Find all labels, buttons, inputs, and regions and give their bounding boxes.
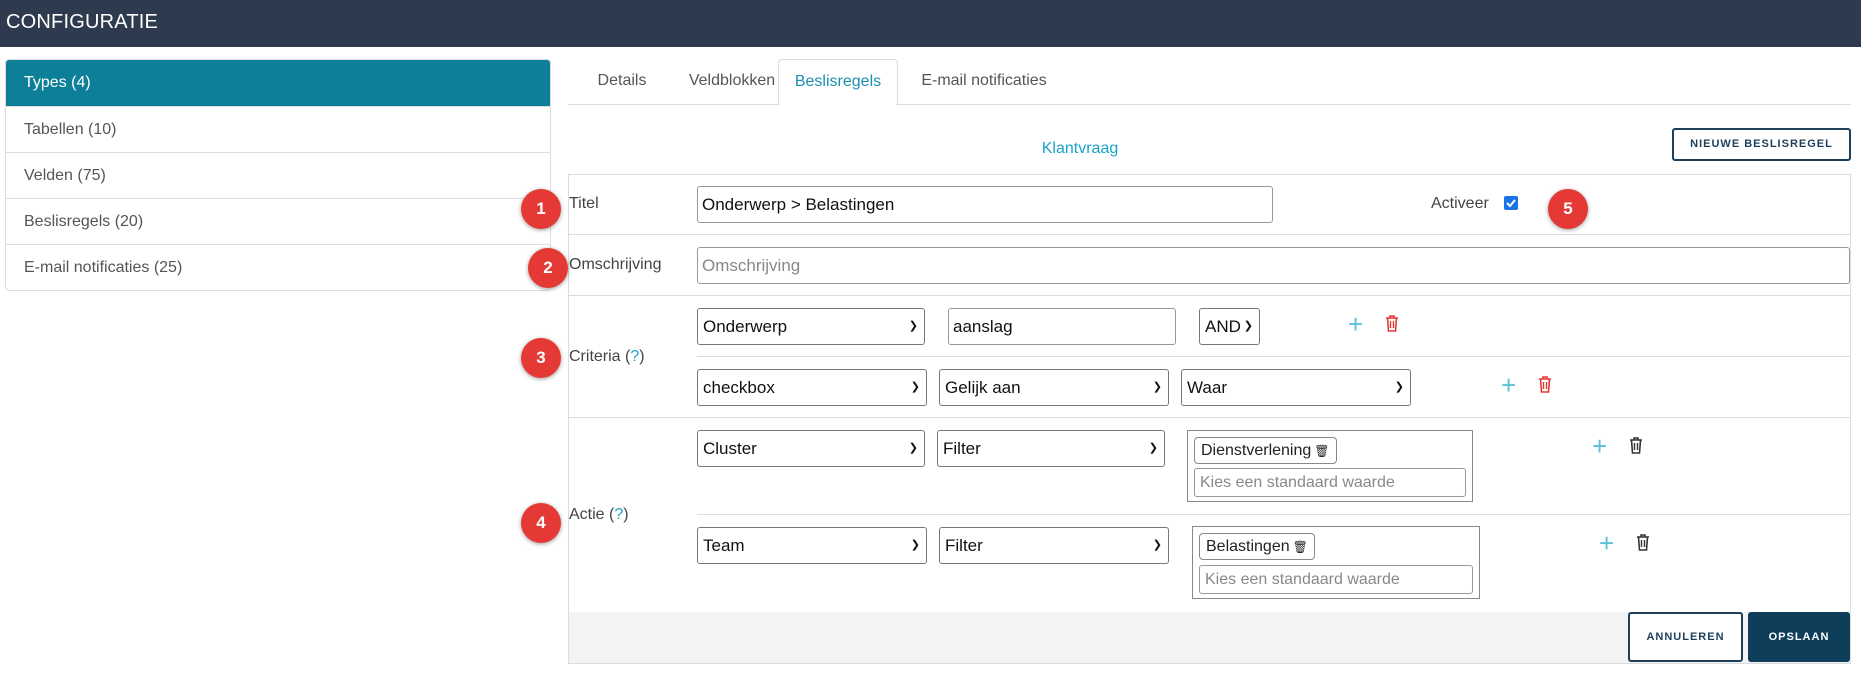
title-input[interactable]: Onderwerp > Belastingen <box>697 186 1273 223</box>
action-type-select[interactable]: Filter ❯ <box>937 430 1165 467</box>
chevron-down-icon: ❯ <box>908 442 918 454</box>
divider <box>569 234 1850 235</box>
app-title: CONFIGURATIE <box>6 11 159 33</box>
delete-criteria-trash-icon[interactable] <box>1537 375 1553 393</box>
sidebar-item-types[interactable]: Types (4) <box>6 60 550 106</box>
action-help-link[interactable]: ? <box>614 506 623 523</box>
save-button[interactable]: OPSLAAN <box>1748 612 1850 662</box>
divider <box>569 295 1850 296</box>
action-value-multiselect[interactable]: Dienstverlening 🗑 Kies een standaard waar… <box>1187 430 1473 502</box>
annotation-badge: 5 <box>1548 189 1588 229</box>
action-label: Actie (?) <box>569 506 629 523</box>
remove-chip-trash-icon[interactable]: 🗑 <box>1293 540 1308 554</box>
tab-veldblokken[interactable]: Veldblokken <box>672 59 792 105</box>
criteria-value-input[interactable]: aanslag <box>948 308 1176 345</box>
description-label: Omschrijving <box>569 256 662 273</box>
criteria-value-select[interactable]: Waar ❯ <box>1181 369 1411 406</box>
sidebar-item-velden[interactable]: Velden (75) <box>6 152 550 198</box>
criteria-label: Criteria (?) <box>569 348 645 365</box>
check-icon <box>1506 199 1516 208</box>
add-action-plus-icon[interactable]: + <box>1592 433 1607 459</box>
rule-group-title[interactable]: Klantvraag <box>1000 140 1160 158</box>
chevron-down-icon: ❯ <box>1148 442 1158 454</box>
tab-email-notificaties[interactable]: E-mail notificaties <box>900 59 1068 105</box>
action-value-multiselect[interactable]: Belastingen 🗑 Kies een standaard waarde <box>1192 526 1480 599</box>
criteria-comparator-select[interactable]: Gelijk aan ❯ <box>939 369 1169 406</box>
annotation-badge: 2 <box>528 248 568 288</box>
criteria-operator-select[interactable]: AND ❯ <box>1199 308 1260 345</box>
sidebar: Types (4) Tabellen (10) Velden (75) Besl… <box>5 59 551 291</box>
sidebar-item-beslisregels[interactable]: Beslisregels (20) <box>6 198 550 244</box>
annotation-badge: 4 <box>521 503 561 543</box>
delete-criteria-trash-icon[interactable] <box>1384 314 1400 332</box>
add-criteria-plus-icon[interactable]: + <box>1348 311 1363 337</box>
title-label: Titel <box>569 195 599 212</box>
action-target-select[interactable]: Team ❯ <box>697 527 927 564</box>
add-action-plus-icon[interactable]: + <box>1599 530 1614 556</box>
action-target-select[interactable]: Cluster ❯ <box>697 430 925 467</box>
chevron-down-icon: ❯ <box>1243 320 1253 332</box>
divider <box>697 514 1850 515</box>
criteria-field-select[interactable]: Onderwerp ❯ <box>697 308 925 345</box>
sidebar-item-tabellen[interactable]: Tabellen (10) <box>6 106 550 152</box>
annotation-badge: 3 <box>521 338 561 378</box>
remove-chip-trash-icon[interactable]: 🗑 <box>1314 444 1329 458</box>
criteria-field-select[interactable]: checkbox ❯ <box>697 369 927 406</box>
description-input[interactable]: Omschrijving <box>697 247 1850 284</box>
sidebar-item-email-notificaties[interactable]: E-mail notificaties (25) <box>6 244 550 290</box>
tab-details[interactable]: Details <box>572 59 672 105</box>
new-rule-button[interactable]: NIEUWE BESLISREGEL <box>1672 128 1851 161</box>
divider <box>697 356 1850 357</box>
annotation-badge: 1 <box>521 189 561 229</box>
selected-value-chip[interactable]: Dienstverlening 🗑 <box>1194 437 1337 464</box>
delete-action-trash-icon[interactable] <box>1628 436 1644 454</box>
divider <box>569 417 1850 418</box>
default-value-input[interactable]: Kies een standaard waarde <box>1194 468 1466 497</box>
cancel-button[interactable]: ANNULEREN <box>1628 612 1743 662</box>
action-type-select[interactable]: Filter ❯ <box>939 527 1169 564</box>
chevron-down-icon: ❯ <box>1152 381 1162 393</box>
chevron-down-icon: ❯ <box>910 381 920 393</box>
delete-action-trash-icon[interactable] <box>1635 533 1651 551</box>
add-criteria-plus-icon[interactable]: + <box>1501 372 1516 398</box>
tab-bar: Details Veldblokken Beslisregels E-mail … <box>568 59 1851 106</box>
chevron-down-icon: ❯ <box>1394 381 1404 393</box>
tab-beslisregels[interactable]: Beslisregels <box>778 59 898 106</box>
chevron-down-icon: ❯ <box>908 320 918 332</box>
default-value-input[interactable]: Kies een standaard waarde <box>1199 565 1473 594</box>
activate-checkbox[interactable] <box>1504 196 1518 210</box>
chevron-down-icon: ❯ <box>910 539 920 551</box>
selected-value-chip[interactable]: Belastingen 🗑 <box>1199 533 1315 560</box>
chevron-down-icon: ❯ <box>1152 539 1162 551</box>
top-bar: CONFIGURATIE <box>0 0 1861 47</box>
criteria-help-link[interactable]: ? <box>630 348 639 365</box>
activate-label: Activeer <box>1431 195 1489 212</box>
